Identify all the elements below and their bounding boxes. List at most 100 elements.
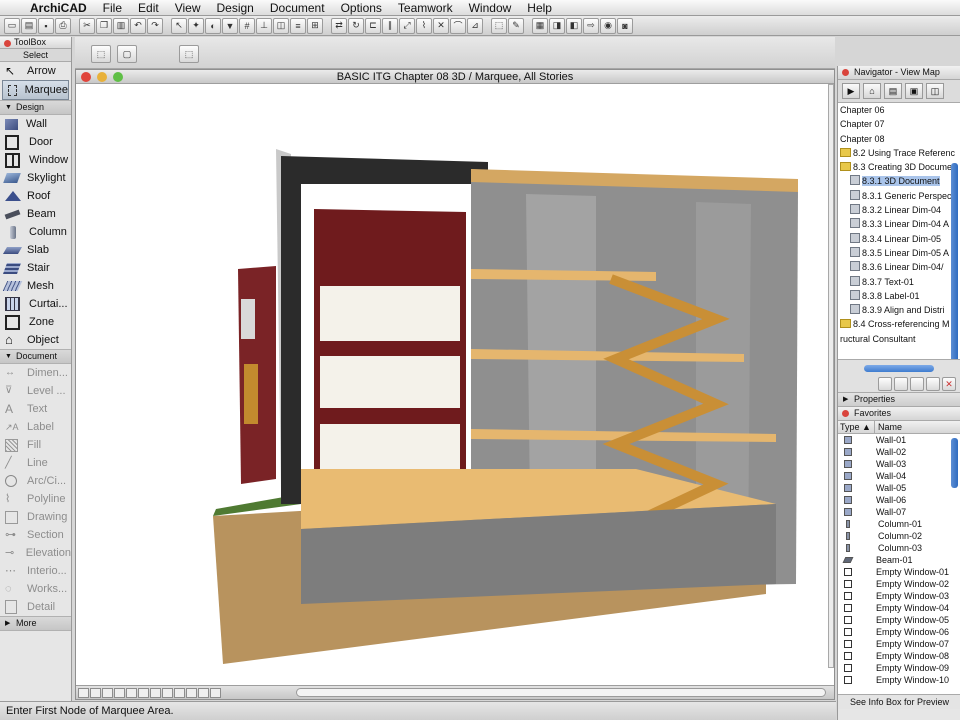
favorites-scrollbar[interactable] [951,438,958,488]
favorite-item[interactable]: Empty Window-01 [838,566,960,578]
favorite-item[interactable]: Column-03 [838,542,960,554]
tree-item[interactable]: 8.3.7 Text-01 [838,275,960,289]
close-window-icon[interactable] [81,72,91,82]
view-map-icon[interactable]: ▤ [884,83,902,99]
floor-plan-icon[interactable]: ▦ [532,17,548,34]
grid-snap-icon[interactable]: # [239,17,255,34]
tree-item[interactable]: 8.3.6 Linear Dim-04/ [838,260,960,274]
favorite-item[interactable]: Wall-01 [838,434,960,446]
tool-worksheet[interactable]: ◌ Works... [0,580,71,598]
go-icon[interactable]: ⇨ [583,17,599,34]
tool-skylight[interactable]: Skylight [0,169,71,187]
favorite-item[interactable]: Empty Window-09 [838,662,960,674]
tool-beam[interactable]: Beam [0,205,71,223]
view-map-tree[interactable]: Chapter 06 Chapter 07 Chapter 08 8.2 Using … [838,103,960,360]
nav-next-zoom-icon[interactable] [150,687,161,698]
menu-design[interactable]: Design [209,1,262,15]
menu-teamwork[interactable]: Teamwork [390,1,461,15]
tool-roof[interactable]: Roof [0,187,71,205]
favorite-item[interactable]: Beam-01 [838,554,960,566]
favorite-item[interactable]: Empty Window-02 [838,578,960,590]
navigator-switch-icon[interactable]: ▶ [842,83,860,99]
tree-item[interactable]: Chapter 07 [838,117,960,131]
mirror-icon[interactable]: ⇄ [331,17,347,34]
tool-column[interactable]: Column [0,223,71,241]
tool-wall[interactable]: Wall [0,115,71,133]
nav-fit-icon[interactable] [114,687,125,698]
tree-item[interactable]: 8.3.2 Linear Dim-04 [838,203,960,217]
camera-icon[interactable]: ◙ [617,17,633,34]
vertical-scrollbar[interactable] [828,84,834,668]
undo-icon[interactable]: ↶ [130,17,146,34]
menu-edit[interactable]: Edit [130,1,167,15]
settings-icon[interactable] [926,377,940,391]
favorite-item[interactable]: Empty Window-03 [838,590,960,602]
tree-vertical-scrollbar[interactable] [951,163,958,359]
redo-icon[interactable]: ↷ [147,17,163,34]
tool-slab[interactable]: Slab [0,241,71,259]
col-type[interactable]: Type ▲ [838,421,875,433]
menu-file[interactable]: File [95,1,130,15]
cut-icon[interactable]: ✂ [79,17,95,34]
split-icon[interactable]: ⌇ [416,17,432,34]
favorite-item[interactable]: Empty Window-07 [838,638,960,650]
tool-fill[interactable]: Fill [0,436,71,454]
tree-item[interactable]: 8.2 Using Trace Referenc [838,146,960,160]
3d-view-icon[interactable]: ⬚ [491,17,507,34]
pen-icon[interactable]: ✎ [508,17,524,34]
tool-detail[interactable]: Detail [0,598,71,616]
intersect-icon[interactable]: ✕ [433,17,449,34]
pointer-icon[interactable]: ↖ [171,17,187,34]
tool-line[interactable]: ╱ Line [0,454,71,472]
tree-item[interactable]: Chapter 06 [838,103,960,117]
document-section-header[interactable]: Document [0,349,71,364]
tree-item[interactable]: Chapter 08 [838,132,960,146]
favorite-item[interactable]: Empty Window-10 [838,674,960,686]
favorite-item[interactable]: Empty Window-08 [838,650,960,662]
snap-guide-icon[interactable]: ⊞ [307,17,323,34]
properties-header[interactable]: ▶ Properties [838,393,960,407]
tool-section[interactable]: ⊶ Section [0,526,71,544]
nav-rotate-icon[interactable] [210,687,221,698]
tree-item[interactable]: 8.3.3 Linear Dim-04 A [838,217,960,231]
tree-item[interactable]: 8.3.4 Linear Dim-05 [838,232,960,246]
tool-drawing[interactable]: Drawing [0,508,71,526]
gravity-icon[interactable]: ▼ [222,17,238,34]
magnet-icon[interactable]: ◐ [205,17,221,34]
tool-door[interactable]: Door [0,133,71,151]
favorite-item[interactable]: Wall-07 [838,506,960,518]
tool-zone[interactable]: Zone [0,313,71,331]
tool-level-dimension[interactable]: ⊽ Level ... [0,382,71,400]
minimize-window-icon[interactable] [97,72,107,82]
menu-help[interactable]: Help [519,1,560,15]
trace-icon[interactable]: ◫ [273,17,289,34]
nav-zoom-in-icon[interactable] [90,687,101,698]
marquee-thin-icon[interactable]: ⬚ [91,45,111,63]
nav-pan-icon[interactable] [126,687,137,698]
favorite-item[interactable]: Empty Window-04 [838,602,960,614]
tree-item[interactable]: ructural Consultant [838,332,960,346]
save-view-icon[interactable] [910,377,924,391]
tree-item[interactable]: 8.3.1 3D Document [838,174,960,188]
tool-interior-elevation[interactable]: ⋯ Interio... [0,562,71,580]
tree-item[interactable]: 8.3.1 Generic Perspec [838,189,960,203]
tool-window[interactable]: Window [0,151,71,169]
magic-wand-icon[interactable]: ✦ [188,17,204,34]
tree-item[interactable]: 8.3 Creating 3D Docume [838,160,960,174]
tool-polyline[interactable]: ⌇ Polyline [0,490,71,508]
project-map-icon[interactable]: ⌂ [863,83,881,99]
nav-explore-icon[interactable] [162,687,173,698]
zoom-window-icon[interactable] [113,72,123,82]
close-palette-icon[interactable] [4,40,11,47]
favorite-item[interactable]: Wall-05 [838,482,960,494]
nav-zoom-out-icon[interactable] [102,687,113,698]
tree-item[interactable]: 8.3.8 Label-01 [838,289,960,303]
tree-item[interactable]: 8.3.9 Align and Distri [838,303,960,317]
close-favorites-icon[interactable] [842,410,849,417]
favorite-item[interactable]: Empty Window-05 [838,614,960,626]
marquee-thick-icon[interactable]: ▢ [117,45,137,63]
section-icon[interactable]: ◨ [549,17,565,34]
tool-dimension[interactable]: ↔ Dimen... [0,364,71,382]
favorite-item[interactable]: Empty Window-06 [838,626,960,638]
guide-line-icon[interactable]: ⊥ [256,17,272,34]
